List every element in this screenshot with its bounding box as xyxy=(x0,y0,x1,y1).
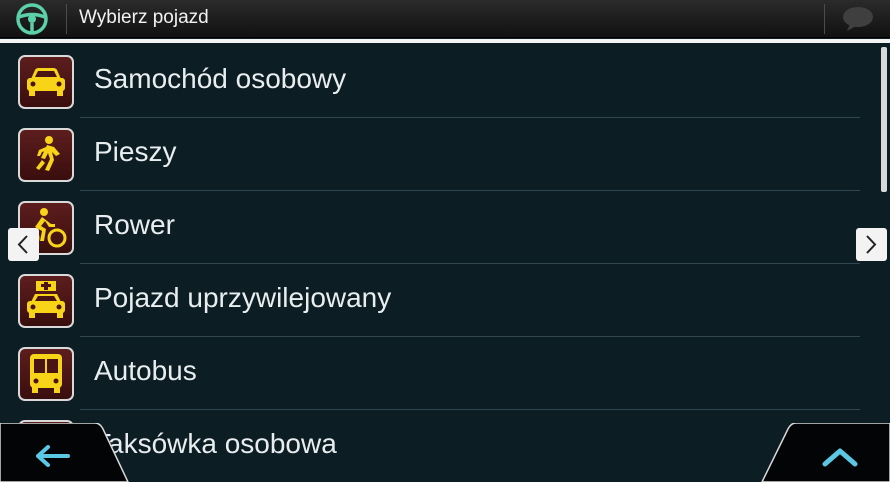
scrollbar[interactable] xyxy=(881,47,887,192)
prev-page-button[interactable] xyxy=(8,228,39,261)
top-bar: Wybierz pojazd xyxy=(0,0,890,38)
list-item-label: Taksówka osobowa xyxy=(94,428,337,459)
chevron-up-icon xyxy=(822,448,858,467)
list-item-pieszy[interactable]: Pieszy xyxy=(0,118,880,191)
arrow-left-icon xyxy=(36,445,70,467)
page-title: Wybierz pojazd xyxy=(79,7,209,28)
messages-button[interactable] xyxy=(825,0,890,38)
chevron-left-icon xyxy=(17,235,28,254)
list-item-label: Pojazd uprzywilejowany xyxy=(94,282,392,313)
vehicle-list: Samochód osobowy Pieszy Rower Pojazd upr… xyxy=(0,45,890,482)
scroll-up-button[interactable] xyxy=(760,423,890,482)
list-item-label: Rower xyxy=(94,209,175,240)
list-item-label: Pieszy xyxy=(94,136,177,167)
list-item-label: Autobus xyxy=(94,355,197,386)
list-item-autobus[interactable]: Autobus xyxy=(0,337,880,410)
list-item-pojazd-uprzywilejowany[interactable]: Pojazd uprzywilejowany xyxy=(0,264,880,337)
header-divider xyxy=(0,39,890,43)
chat-bubble-icon xyxy=(843,7,873,31)
list-item-rower[interactable]: Rower xyxy=(0,191,880,264)
list-item-taksowka[interactable]: Taksówka osobowa xyxy=(0,410,880,482)
chevron-right-icon xyxy=(866,235,877,254)
next-page-button[interactable] xyxy=(856,228,887,261)
back-button[interactable] xyxy=(0,423,130,482)
list-item-samochod[interactable]: Samochód osobowy xyxy=(0,45,880,118)
header-separator xyxy=(66,4,67,34)
menu-button[interactable] xyxy=(0,0,66,38)
steering-wheel-icon xyxy=(16,3,48,35)
car-icon xyxy=(18,55,74,109)
ambulance-icon xyxy=(18,274,74,328)
list-item-label: Samochód osobowy xyxy=(94,63,347,94)
bus-icon xyxy=(18,347,74,401)
pedestrian-icon xyxy=(18,128,74,182)
